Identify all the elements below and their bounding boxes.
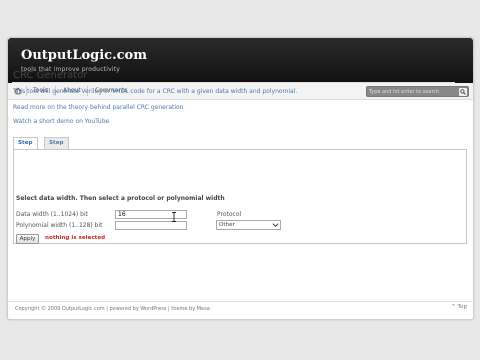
site-logo-title[interactable]: OutputLogic.com [21,48,147,63]
chevron-down-icon [272,222,279,228]
apply-button[interactable]: Apply [16,234,39,244]
search-box [366,86,469,97]
search-icon[interactable] [459,88,467,96]
theory-link[interactable]: Read more on the theory behind parallel … [13,104,184,111]
title-divider [12,82,455,83]
tab-step-2[interactable]: Step 2 [44,137,69,157]
search-input[interactable] [369,88,455,96]
footer-text: Copyright © 2009 OutputLogic.com | power… [15,306,210,312]
protocol-selected-value: Other [219,222,235,228]
data-width-label: Data width (1..1024) bit [16,211,88,218]
protocol-label: Protocol [217,211,242,218]
form-heading: Select data width. Then select a protoco… [16,195,225,202]
footer-divider [7,301,474,302]
demo-link[interactable]: Watch a short demo on YouTube [13,118,109,125]
page-title: CRC Generator [13,70,88,81]
back-to-top-link[interactable]: ^ Top [451,304,467,310]
protocol-select[interactable]: Other [216,220,281,230]
intro-text: This tool will generate Verilog or VHDL … [13,88,298,95]
poly-width-label: Polynomial width (1..128) bit [16,222,103,229]
status-message: nothing is selected [45,235,106,241]
text-cursor-icon [171,207,177,226]
